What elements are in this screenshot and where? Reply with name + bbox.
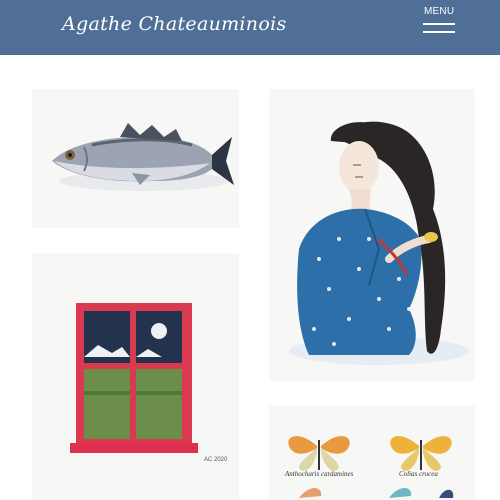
window-painting-icon: AC 2020 <box>32 253 239 500</box>
menu-label: MENU <box>424 6 455 17</box>
artwork-window[interactable]: AC 2020 <box>32 253 239 500</box>
site-header: Agathe Chateauminois MENU <box>0 0 500 55</box>
fish-painting-icon <box>32 89 239 228</box>
artwork-butterflies[interactable]: Anthocharis cardamines Colias crocea <box>269 406 475 500</box>
site-title[interactable]: Agathe Chateauminois <box>62 13 287 35</box>
hamburger-icon <box>423 23 455 37</box>
butterflies-painting-icon: Anthocharis cardamines Colias crocea <box>269 406 475 500</box>
svg-text:Anthocharis cardamines: Anthocharis cardamines <box>284 470 354 478</box>
woman-painting-icon <box>269 89 475 381</box>
svg-text:AC 2020: AC 2020 <box>204 457 228 463</box>
artwork-fish[interactable] <box>32 89 239 228</box>
artwork-woman[interactable] <box>269 89 475 381</box>
svg-text:Colias crocea: Colias crocea <box>399 470 438 478</box>
menu-button[interactable]: MENU <box>420 6 460 36</box>
